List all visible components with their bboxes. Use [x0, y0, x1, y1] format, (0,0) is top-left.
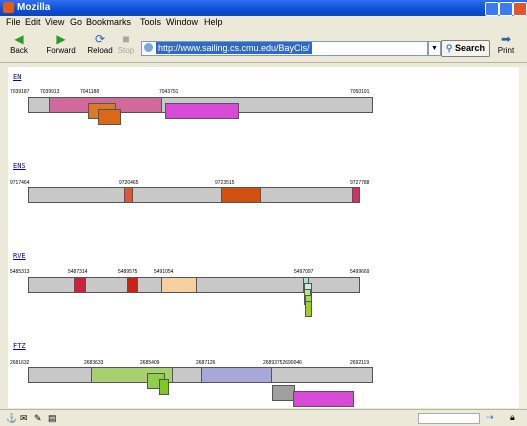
vertical-scrollbar[interactable]	[519, 67, 527, 408]
position-label: 5491054	[154, 269, 174, 275]
progress-field	[418, 413, 480, 424]
menu-bar: File Edit View Go Bookmarks Tools Window…	[0, 16, 527, 30]
position-label: 7039187	[10, 89, 30, 95]
gene-link-ens[interactable]: ENS	[13, 162, 26, 170]
maximize-button[interactable]	[499, 2, 513, 16]
position-label: 7041188	[80, 89, 100, 95]
status-bar: ⚓ ✉ ✎ ▤ ⇢ 🔒︎	[0, 409, 527, 426]
search-icon: ⚲	[445, 43, 453, 53]
menu-window[interactable]: Window	[166, 17, 198, 27]
position-label: 9727788	[350, 180, 370, 186]
menu-view[interactable]: View	[45, 17, 64, 27]
position-label: 2683633	[84, 360, 104, 366]
position-label: 7043791	[159, 89, 179, 95]
page-content: EN 7039187 7039913 7041188 7043791 70501…	[8, 67, 519, 408]
binding-site[interactable]	[201, 367, 272, 383]
binding-site[interactable]	[305, 301, 312, 317]
position-label: 26893752690046	[263, 360, 302, 366]
minimize-button[interactable]	[485, 2, 499, 16]
position-label: 2687126	[196, 360, 216, 366]
position-label: 5499669	[350, 269, 370, 275]
forward-button[interactable]: ▶ Forward	[42, 32, 80, 55]
connection-icon: ⇢	[486, 412, 494, 422]
binding-site[interactable]	[74, 277, 86, 293]
url-text: http://www.sailing.cs.cmu.edu/BayCis/	[156, 42, 312, 54]
window-title: Mozilla	[17, 2, 51, 13]
sequence-bar	[28, 187, 360, 203]
forward-arrow-icon: ▶	[56, 32, 66, 46]
page-icon	[144, 43, 153, 52]
position-label: 2681632	[10, 360, 30, 366]
gene-link-ftz[interactable]: FTZ	[13, 342, 26, 350]
binding-site[interactable]	[161, 277, 197, 293]
addressbook-icon[interactable]: ▤	[48, 413, 57, 424]
binding-site[interactable]	[293, 391, 354, 407]
binding-site[interactable]	[159, 379, 169, 395]
binding-site[interactable]	[165, 103, 239, 119]
url-input[interactable]: http://www.sailing.cs.cmu.edu/BayCis/	[141, 41, 428, 56]
mail-icon[interactable]: ✉	[20, 413, 28, 424]
navigator-icon[interactable]: ⚓	[6, 413, 17, 424]
binding-site[interactable]	[272, 385, 295, 401]
back-button[interactable]: ◀ Back	[4, 32, 34, 55]
menu-tools[interactable]: Tools	[140, 17, 161, 27]
gene-link-rve[interactable]: RVE	[13, 252, 26, 260]
binding-site[interactable]	[352, 187, 360, 203]
reload-button[interactable]: ⟳ Reload	[85, 32, 115, 55]
stop-button[interactable]: ■ Stop	[115, 32, 137, 55]
position-label: 5489575	[118, 269, 138, 275]
position-label: 5487314	[68, 269, 88, 275]
back-arrow-icon: ◀	[14, 32, 24, 46]
position-label: 5497097	[294, 269, 314, 275]
close-button[interactable]	[513, 2, 527, 16]
search-button[interactable]: ⚲ Search	[441, 40, 490, 57]
menu-go[interactable]: Go	[70, 17, 82, 27]
position-label: 7039913	[40, 89, 60, 95]
composer-icon[interactable]: ✎	[34, 413, 42, 424]
binding-site[interactable]	[98, 109, 121, 125]
mozilla-icon	[3, 2, 14, 13]
url-dropdown-button[interactable]: ▼	[428, 41, 441, 56]
menu-bookmarks[interactable]: Bookmarks	[86, 17, 131, 27]
binding-site[interactable]	[127, 277, 138, 293]
position-label: 9717464	[10, 180, 30, 186]
position-label: 5485313	[10, 269, 30, 275]
binding-site[interactable]	[221, 187, 261, 203]
position-label: 2685409	[140, 360, 160, 366]
printer-icon: ➡	[500, 32, 512, 46]
security-lock-icon[interactable]: 🔒︎	[510, 412, 515, 423]
binding-site[interactable]	[124, 187, 133, 203]
position-label: 2692119	[350, 360, 370, 366]
menu-edit[interactable]: Edit	[25, 17, 41, 27]
position-label: 9723515	[215, 180, 235, 186]
menu-help[interactable]: Help	[204, 17, 223, 27]
print-button[interactable]: ➡ Print	[491, 32, 521, 55]
window-title-bar: Mozilla	[0, 0, 527, 16]
menu-file[interactable]: File	[6, 17, 21, 27]
position-label: 9720465	[119, 180, 139, 186]
position-label: 7050191	[350, 89, 370, 95]
gene-link-en[interactable]: EN	[13, 73, 21, 81]
stop-icon: ■	[122, 32, 130, 46]
reload-icon: ⟳	[94, 32, 106, 46]
